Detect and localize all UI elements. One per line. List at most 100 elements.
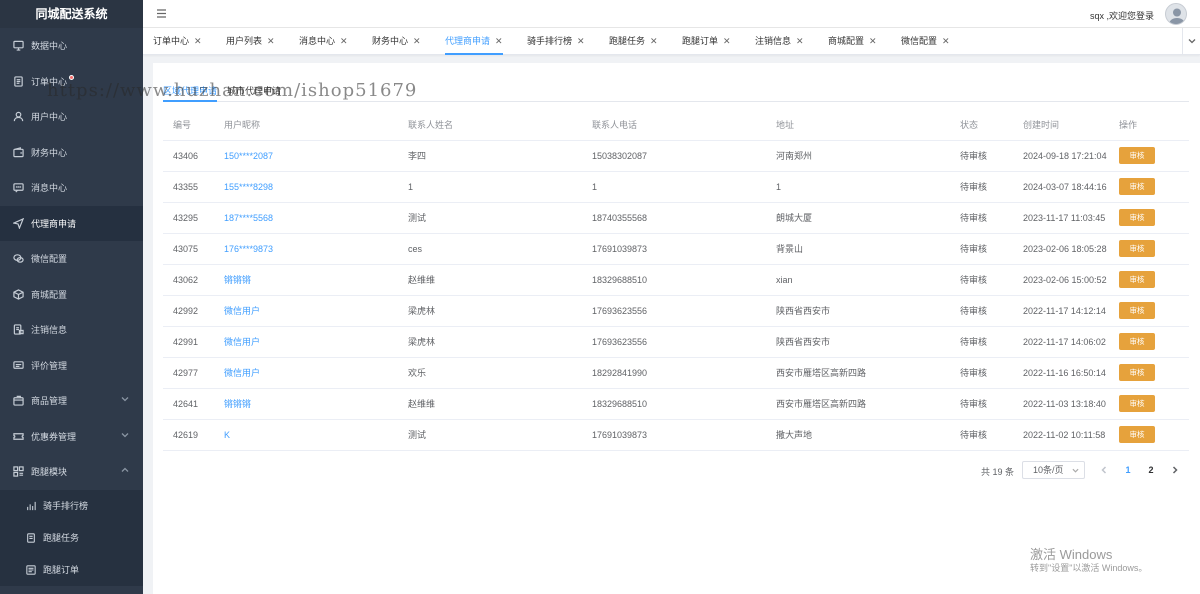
cell-status: 待审核 (950, 264, 1013, 296)
cell-created: 2024-03-07 18:44:16 (1013, 171, 1109, 203)
user-nickname-link[interactable]: 微信用户 (224, 306, 260, 316)
cell-nickname: 微信用户 (214, 357, 398, 389)
close-icon[interactable]: ✕ (495, 36, 503, 46)
cell-status: 待审核 (950, 233, 1013, 265)
close-icon[interactable]: ✕ (413, 36, 421, 46)
avatar[interactable] (1165, 3, 1187, 25)
tab-errand-order[interactable]: 跑腿订单 ✕ (682, 28, 731, 55)
user-nickname-link[interactable]: 150****2087 (224, 151, 273, 161)
audit-button[interactable]: 审核 (1119, 271, 1155, 288)
audit-button[interactable]: 审核 (1119, 240, 1155, 257)
sidebar-item-label: 注销信息 (31, 325, 68, 336)
tab-message-center[interactable]: 消息中心 ✕ (299, 28, 348, 55)
tab-order-center[interactable]: 订单中心 ✕ (153, 28, 202, 55)
close-icon[interactable]: ✕ (577, 36, 585, 46)
tab-label: 商城配置 (828, 36, 865, 46)
table-header-row: 编号 用户昵称 联系人姓名 联系人电话 地址 状态 创建时间 操作 (163, 109, 1189, 141)
tab-finance-center[interactable]: 财务中心 ✕ (372, 28, 421, 55)
cell-address: 朗城大厦 (766, 202, 950, 234)
cell-address: xian (766, 264, 950, 296)
cell-address: 1 (766, 171, 950, 203)
sidebar-item-finance-center[interactable]: 财务中心 (0, 135, 143, 171)
audit-button[interactable]: 审核 (1119, 426, 1155, 443)
top-bar: sqx ,欢迎您登录 (143, 0, 1200, 28)
prev-page-button[interactable] (1095, 461, 1113, 479)
user-nickname-link[interactable]: 155****8298 (224, 182, 273, 192)
audit-button[interactable]: 审核 (1119, 333, 1155, 350)
tab-mall-config[interactable]: 商城配置 ✕ (828, 28, 877, 55)
tabs-more-button[interactable] (1182, 28, 1200, 55)
user-nickname-link[interactable]: K (224, 430, 230, 440)
close-icon[interactable]: ✕ (194, 36, 202, 46)
user-nickname-link[interactable]: 锵锵锵 (224, 275, 251, 285)
cell-id: 42641 (163, 388, 214, 420)
tab-wechat-config[interactable]: 微信配置 ✕ (901, 28, 950, 55)
tab-cancel-info[interactable]: 注销信息 ✕ (755, 28, 804, 55)
sidebar-item-data-center[interactable]: 数据中心 (0, 28, 143, 64)
sidebar-item-mall-config[interactable]: 商城配置 (0, 277, 143, 313)
cell-address: 撒大声地 (766, 419, 950, 451)
audit-button[interactable]: 审核 (1119, 364, 1155, 381)
cell-action: 审核 (1109, 140, 1189, 172)
page-size-select[interactable]: 10条/页 (1022, 461, 1085, 479)
sidebar-item-review-manage[interactable]: 评价管理 (0, 348, 143, 384)
user-nickname-link[interactable]: 微信用户 (224, 368, 260, 378)
close-icon[interactable]: ✕ (869, 36, 877, 46)
sidebar-item-coupon-manage[interactable]: 优惠券管理 (0, 419, 143, 455)
close-icon[interactable]: ✕ (340, 36, 348, 46)
tab-agent-apply[interactable]: 代理商申请 ✕ (445, 28, 503, 55)
next-page-button[interactable] (1166, 461, 1184, 479)
close-icon[interactable]: ✕ (723, 36, 731, 46)
grid-icon (12, 466, 24, 478)
subtab-city-agent[interactable]: 城市代理申请 (227, 84, 281, 102)
cell-name: 1 (398, 171, 582, 203)
cell-phone: 17693623556 (582, 326, 766, 358)
sidebar-item-order-center[interactable]: 订单中心 (0, 64, 143, 100)
sidebar-item-errand-module[interactable]: 跑腿模块 (0, 454, 143, 490)
close-icon[interactable]: ✕ (942, 36, 950, 46)
user-nickname-link[interactable]: 微信用户 (224, 337, 260, 347)
close-icon[interactable]: ✕ (796, 36, 804, 46)
tab-errand-task[interactable]: 跑腿任务 ✕ (609, 28, 658, 55)
table-row: 43295 187****5568 测试 18740355568 朗城大厦 待审核 2023… (163, 202, 1189, 234)
page-button[interactable]: 1 (1119, 461, 1137, 479)
cell-status: 待审核 (950, 357, 1013, 389)
cell-nickname: 锵锵锵 (214, 264, 398, 296)
doc-lock-icon (12, 324, 24, 336)
chevron-left-icon (1101, 466, 1107, 474)
tab-rider-ranking[interactable]: 骑手排行榜 ✕ (527, 28, 585, 55)
cell-created: 2022-11-17 14:06:02 (1013, 326, 1109, 358)
user-nickname-link[interactable]: 176****9873 (224, 244, 273, 254)
sidebar-item-wechat-config[interactable]: 微信配置 (0, 241, 143, 277)
audit-button[interactable]: 审核 (1119, 395, 1155, 412)
cell-address: 西安市雁塔区高新四路 (766, 357, 950, 389)
sidebar-item-cancel-info[interactable]: 注销信息 (0, 312, 143, 348)
close-icon[interactable]: ✕ (267, 36, 275, 46)
audit-button[interactable]: 审核 (1119, 178, 1155, 195)
user-nickname-link[interactable]: 锵锵锵 (224, 399, 251, 409)
audit-button[interactable]: 审核 (1119, 147, 1155, 164)
sidebar-item-goods-manage[interactable]: 商品管理 (0, 383, 143, 419)
sidebar-item-user-center[interactable]: 用户中心 (0, 99, 143, 135)
cell-action: 审核 (1109, 202, 1189, 234)
tab-label: 财务中心 (372, 36, 409, 46)
sidebar-subitem-errand-task[interactable]: 跑腿任务 (0, 521, 143, 554)
sidebar-item-message-center[interactable]: 消息中心 (0, 170, 143, 206)
audit-button[interactable]: 审核 (1119, 209, 1155, 226)
sidebar-subitem-errand-order[interactable]: 跑腿订单 (0, 553, 143, 586)
cell-phone: 17691039873 (582, 233, 766, 265)
tab-user-list[interactable]: 用户列表 ✕ (226, 28, 275, 55)
sidebar-item-agent-apply[interactable]: 代理商申请 (0, 205, 143, 241)
user-nickname-link[interactable]: 187****5568 (224, 213, 273, 223)
close-icon[interactable]: ✕ (650, 36, 658, 46)
cell-action: 审核 (1109, 264, 1189, 296)
sidebar-subitem-rider-ranking[interactable]: 骑手排行榜 (0, 489, 143, 522)
subtab-area-agent[interactable]: 区域代理申请 (163, 84, 218, 102)
column-header: 联系人姓名 (398, 109, 582, 141)
cell-status: 待审核 (950, 140, 1013, 172)
menu-toggle-icon[interactable] (156, 8, 167, 19)
tab-label: 跑腿任务 (609, 36, 646, 46)
audit-button[interactable]: 审核 (1119, 302, 1155, 319)
cell-id: 43062 (163, 264, 214, 296)
page-button[interactable]: 2 (1142, 461, 1160, 479)
